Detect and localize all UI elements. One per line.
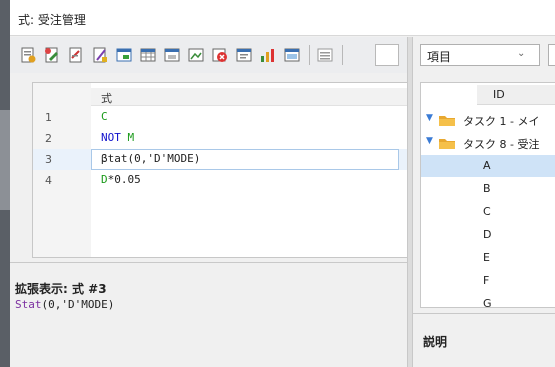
code-text: C xyxy=(101,110,108,123)
id-column-label: ID xyxy=(493,88,505,101)
document-add-icon[interactable] xyxy=(67,46,85,64)
tree-row-label: A xyxy=(483,159,491,172)
document-edit-icon[interactable] xyxy=(43,46,61,64)
folder-icon xyxy=(439,139,455,149)
item-panel: 項目 ⌄ ID ▼ タスク 1 - メイ ▼ タスク 8 - 受注 A B C … xyxy=(413,37,555,367)
tree-item-row[interactable]: F xyxy=(421,270,555,292)
expanded-view-label: 拡張表示: 式 #3 xyxy=(15,282,107,296)
tree-item-row[interactable]: G xyxy=(421,293,555,308)
tree-task-row[interactable]: ▼ タスク 8 - 受注 xyxy=(421,132,555,154)
editor-column-header: 式 xyxy=(91,88,407,106)
code-line[interactable]: 4 D*0.05 xyxy=(33,170,407,191)
dropdown-value: 項目 xyxy=(427,50,452,64)
code-line-current[interactable]: 3 βtat(0,'D'MODE) xyxy=(33,149,407,170)
line-number: 2 xyxy=(45,132,52,145)
sheet-icon[interactable] xyxy=(163,46,181,64)
filter-dropdown[interactable] xyxy=(548,44,555,66)
description-panel: 説明 xyxy=(413,314,555,367)
expanded-expression: Stat(0,'D'MODE) xyxy=(15,298,115,311)
tree-row-label: F xyxy=(483,274,490,287)
tree-item-row[interactable]: B xyxy=(421,178,555,200)
tree-row-label: タスク 1 - メイ xyxy=(463,115,540,128)
tree-row-label: タスク 8 - 受注 xyxy=(463,138,540,151)
line-number: 4 xyxy=(45,174,52,187)
tree-item-row[interactable]: D xyxy=(421,224,555,246)
tree-row-label: E xyxy=(483,251,490,264)
tree-item-row[interactable]: E xyxy=(421,247,555,269)
expand-arrow-icon[interactable]: ▼ xyxy=(426,136,433,146)
document-properties-icon[interactable] xyxy=(19,46,37,64)
toolbar xyxy=(10,37,407,73)
copy-icon[interactable] xyxy=(235,46,253,64)
code-text: D*0.05 xyxy=(101,173,141,186)
tree-row-label: C xyxy=(483,205,491,218)
expression-window: 式: 受注管理 式 1 C 2 NOT M 3 βtat(0,'D'MODE) … xyxy=(10,0,555,367)
toolbar-field[interactable] xyxy=(375,44,399,66)
tree-row-label: D xyxy=(483,228,492,241)
table-icon[interactable] xyxy=(115,46,133,64)
image-icon[interactable] xyxy=(187,46,205,64)
description-label: 説明 xyxy=(423,335,448,349)
chart-icon[interactable] xyxy=(259,46,277,64)
column-header-label: 式 xyxy=(101,92,112,105)
folder-icon xyxy=(439,116,455,126)
line-number: 3 xyxy=(45,153,52,166)
item-tree[interactable]: ID ▼ タスク 1 - メイ ▼ タスク 8 - 受注 A B C D E F… xyxy=(420,82,555,308)
code-line[interactable]: 1 C xyxy=(33,107,407,128)
toolbar-separator xyxy=(342,45,343,65)
delete-icon[interactable] xyxy=(211,46,229,64)
tree-row-label: G xyxy=(483,297,492,308)
expression-editor[interactable]: 式 1 C 2 NOT M 3 βtat(0,'D'MODE) 4 D*0.05 xyxy=(32,82,408,258)
code-text: βtat(0,'D'MODE) xyxy=(101,152,201,165)
window-title: 式: 受注管理 xyxy=(18,13,86,27)
list-icon[interactable] xyxy=(316,46,334,64)
code-text: NOT M xyxy=(101,131,135,144)
tree-task-row[interactable]: ▼ タスク 1 - メイ xyxy=(421,109,555,131)
background-window-edge xyxy=(0,0,10,367)
document-check-icon[interactable] xyxy=(91,46,109,64)
view-icon[interactable] xyxy=(283,46,301,64)
chevron-down-icon: ⌄ xyxy=(517,48,526,59)
item-type-dropdown[interactable]: 項目 ⌄ xyxy=(420,44,540,66)
line-number: 1 xyxy=(45,111,52,124)
expand-arrow-icon[interactable]: ▼ xyxy=(426,113,433,123)
code-line[interactable]: 2 NOT M xyxy=(33,128,407,149)
tree-column-header[interactable]: ID xyxy=(477,85,555,105)
tree-item-row[interactable]: C xyxy=(421,201,555,223)
tree-row-label: B xyxy=(483,182,491,195)
title-bar: 式: 受注管理 xyxy=(10,0,555,36)
table-grid-icon[interactable] xyxy=(139,46,157,64)
tree-item-row-selected[interactable]: A xyxy=(421,155,555,177)
expanded-view-panel: 拡張表示: 式 #3 Stat(0,'D'MODE) xyxy=(10,263,407,367)
toolbar-separator xyxy=(309,45,310,65)
